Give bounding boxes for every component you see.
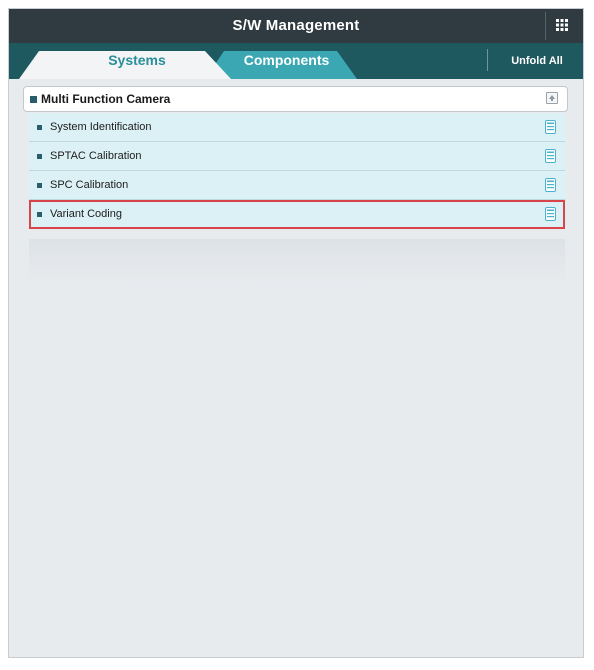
unfold-all-button[interactable]: Unfold All: [489, 43, 583, 79]
item-label: SPTAC Calibration: [50, 150, 142, 162]
app-window: S/W Management Systems Components Unfold…: [8, 8, 584, 658]
collapse-up-icon[interactable]: [546, 92, 558, 104]
tab-bar: Systems Components Unfold All: [9, 43, 583, 79]
group-bullet: [30, 96, 37, 103]
page-title: S/W Management: [232, 17, 360, 34]
item-list: System Identification SPTAC Calibration: [29, 113, 565, 229]
tab-components[interactable]: Components: [214, 52, 359, 68]
item-bullet: [37, 212, 42, 217]
document-icon[interactable]: [545, 120, 556, 134]
item-bullet: [37, 183, 42, 188]
list-item-system-identification[interactable]: System Identification: [29, 113, 565, 142]
item-label: Variant Coding: [50, 208, 122, 220]
list-shadow: [29, 239, 565, 285]
group-header-multi-function-camera[interactable]: Multi Function Camera: [23, 86, 568, 112]
content-area: Multi Function Camera System Identificat…: [9, 79, 583, 657]
list-item-sptac-calibration[interactable]: SPTAC Calibration: [29, 142, 565, 171]
grid-icon: [556, 19, 568, 31]
item-label: System Identification: [50, 121, 152, 133]
tab-systems[interactable]: Systems: [57, 52, 217, 68]
list-item-spc-calibration[interactable]: SPC Calibration: [29, 171, 565, 200]
list-item-variant-coding[interactable]: Variant Coding: [29, 200, 565, 229]
document-icon[interactable]: [545, 149, 556, 163]
group-title: Multi Function Camera: [41, 92, 171, 106]
document-icon[interactable]: [545, 207, 556, 221]
item-label: SPC Calibration: [50, 179, 129, 191]
menu-grid-button[interactable]: [545, 12, 577, 40]
title-bar: S/W Management: [9, 9, 583, 43]
document-icon[interactable]: [545, 178, 556, 192]
divider: [487, 49, 488, 71]
item-bullet: [37, 154, 42, 159]
item-bullet: [37, 125, 42, 130]
